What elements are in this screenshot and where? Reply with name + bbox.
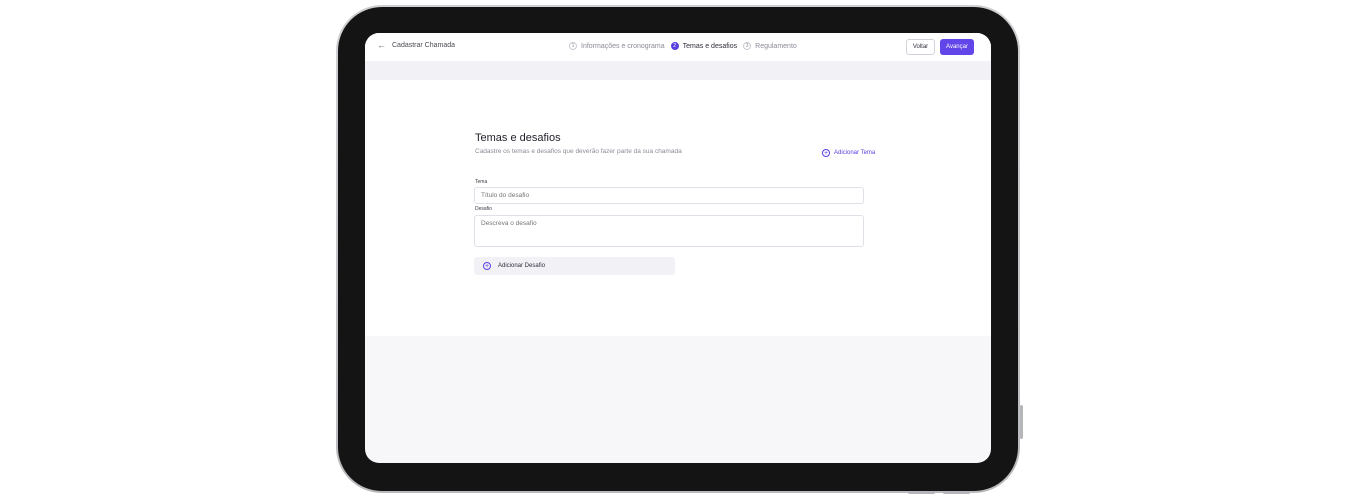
form-panel: Temas e desafios Cadastre os temas e des… <box>365 80 991 336</box>
plus-circle-icon: + <box>483 262 491 270</box>
add-tema-button[interactable]: + Adicionar Tema <box>822 149 875 157</box>
step-informacoes[interactable]: 1 Informações e cronograma <box>569 42 665 50</box>
tema-label: Tema <box>475 179 488 185</box>
voltar-button[interactable]: Voltar <box>906 39 935 55</box>
add-desafio-button[interactable]: + Adicionar Desafio <box>474 257 675 275</box>
tablet-bottom-button <box>943 491 970 494</box>
stepper: 1 Informações e cronograma 2 Temas e des… <box>569 42 797 50</box>
tablet-side-button <box>1020 405 1023 439</box>
step-number: 1 <box>569 42 577 50</box>
add-desafio-label: Adicionar Desafio <box>498 263 546 269</box>
top-header: ← Cadastrar Chamada 1 Informações e cron… <box>365 33 991 61</box>
step-number: 3 <box>743 42 752 50</box>
back-label: Cadastrar Chamada <box>392 42 456 49</box>
app-screen: ← Cadastrar Chamada 1 Informações e cron… <box>365 33 991 463</box>
step-temas[interactable]: 2 Temas e desafios <box>670 42 738 50</box>
back-link[interactable]: ← Cadastrar Chamada <box>377 41 455 50</box>
tema-input[interactable] <box>474 187 864 204</box>
step-number: 2 <box>670 42 679 50</box>
step-label: Temas e desafios <box>682 42 738 50</box>
arrow-left-icon: ← <box>377 40 386 50</box>
add-tema-label: Adicionar Tema <box>834 150 876 156</box>
tablet-bottom-button <box>908 491 935 494</box>
step-regulamento[interactable]: 3 Regulamento <box>743 42 797 50</box>
desafio-label: Desafio <box>475 206 492 212</box>
step-label: Regulamento <box>755 42 797 50</box>
desafio-textarea[interactable] <box>474 215 864 247</box>
step-label: Informações e cronograma <box>581 42 665 50</box>
header-divider-strip <box>365 61 991 80</box>
plus-circle-icon: + <box>822 149 830 157</box>
avancar-button[interactable]: Avançar <box>940 39 974 55</box>
page-title: Temas e desafios <box>475 132 561 144</box>
page-subtitle: Cadastre os temas e desafios que deverão… <box>475 148 682 155</box>
